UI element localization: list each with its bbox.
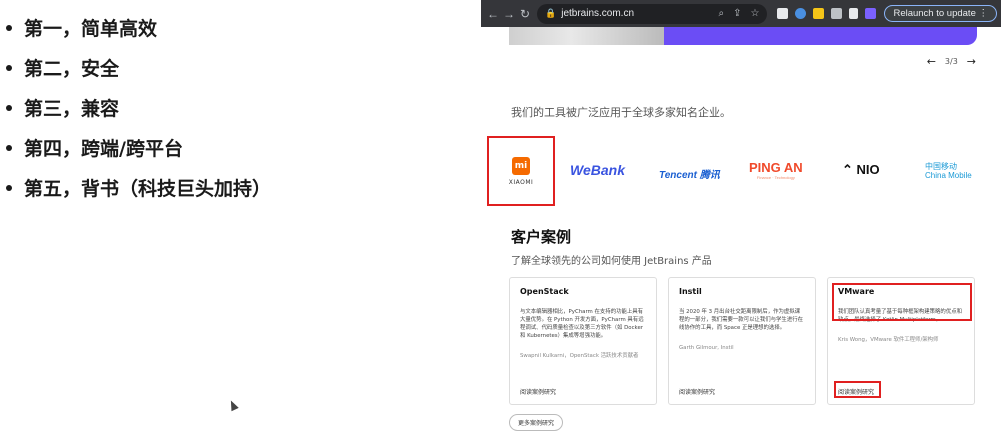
pingan-logo[interactable]: PING AN Finance · Technology bbox=[749, 160, 803, 180]
browser-toolbar: ← → ↻ 🔒 jetbrains.com.cn ⌕ ⇪ ☆ Relaunch … bbox=[481, 0, 1001, 27]
section-title: 客户案例 bbox=[511, 228, 572, 246]
china-mobile-en: China Mobile bbox=[925, 171, 972, 180]
bullet-text: 第二，安全 bbox=[24, 58, 120, 80]
card-body: 当 2020 年 3 月出台社交距离限制后，作为虚拟课程的一部分，我们需要一款可… bbox=[679, 309, 803, 331]
relaunch-button[interactable]: Relaunch to update ⋮ bbox=[884, 5, 997, 22]
forward-arrow-icon[interactable]: → bbox=[501, 7, 517, 21]
trust-statement: 我们的工具被广泛应用于全球多家知名企业。 bbox=[511, 106, 731, 119]
customer-logos: mi XIAOMI WeBank Tencent 腾讯 PING AN Fina… bbox=[487, 136, 987, 206]
carousel-pager: ← 3/3 → bbox=[927, 55, 976, 68]
bullet-item: 第四，跨端/跨平台 bbox=[6, 134, 271, 161]
pingan-tagline: Finance · Technology bbox=[756, 175, 795, 180]
hero-purple-panel bbox=[664, 27, 977, 45]
extension-purple-icon[interactable] bbox=[865, 8, 877, 19]
zoom-icon[interactable]: ⌕ bbox=[718, 8, 724, 19]
xiaomi-logo[interactable]: mi XIAOMI bbox=[487, 136, 555, 206]
read-case-study-link[interactable]: 阅读案例研究 bbox=[679, 387, 715, 396]
extension-blue-icon[interactable] bbox=[795, 8, 807, 19]
share-icon[interactable]: ⇪ bbox=[733, 8, 741, 19]
extension-yellow-icon[interactable] bbox=[813, 8, 825, 19]
china-mobile-logo[interactable]: 中国移动 China Mobile bbox=[925, 162, 972, 180]
sidebar-icon[interactable] bbox=[849, 8, 859, 19]
hero-banner bbox=[509, 27, 977, 45]
bookmark-star-icon[interactable]: ☆ bbox=[750, 8, 759, 19]
nio-label: NIO bbox=[856, 162, 880, 177]
hero-photo bbox=[509, 27, 664, 45]
more-case-studies-button[interactable]: 更多案例研究 bbox=[509, 414, 564, 431]
read-case-study-link[interactable]: 阅读案例研究 bbox=[520, 387, 556, 396]
pager-count: 3/3 bbox=[944, 57, 958, 66]
card-title: OpenStack bbox=[520, 287, 569, 296]
url-text[interactable]: jetbrains.com.cn bbox=[561, 8, 634, 19]
bullet-item: 第五，背书（科技巨头加持） bbox=[6, 174, 271, 201]
browser-window: ← → ↻ 🔒 jetbrains.com.cn ⌕ ⇪ ☆ Relaunch … bbox=[481, 0, 1001, 434]
bullet-text: 第四，跨端/跨平台 bbox=[24, 138, 183, 160]
read-case-study-link[interactable]: 阅读案例研究 bbox=[838, 387, 874, 396]
bullet-dot-icon bbox=[6, 104, 12, 111]
card-title: Instil bbox=[679, 287, 702, 296]
card-body: 与文本编辑器相比，PyCharm 在支持的功能上具有大量优势。在 Python … bbox=[520, 309, 644, 339]
nio-logo[interactable]: ⌃ NIO bbox=[842, 162, 880, 178]
bullet-dot-icon bbox=[6, 184, 12, 191]
xiaomi-mark-icon: mi bbox=[512, 156, 530, 175]
red-highlight-box bbox=[832, 283, 972, 321]
address-bar[interactable]: 🔒 jetbrains.com.cn ⌕ ⇪ ☆ bbox=[537, 3, 768, 24]
bullet-text: 第一，简单高效 bbox=[24, 18, 158, 40]
webank-logo[interactable]: WeBank bbox=[570, 162, 625, 178]
next-arrow-icon[interactable]: → bbox=[967, 55, 976, 68]
xiaomi-label: XIAOMI bbox=[508, 178, 534, 186]
bullet-item: 第三，兼容 bbox=[6, 94, 271, 121]
extension-s-icon[interactable] bbox=[777, 8, 789, 19]
card-author: Garth Gilmour, Instil bbox=[679, 345, 734, 351]
bullet-item: 第一，简单高效 bbox=[6, 14, 271, 41]
case-study-cards: OpenStack 与文本编辑器相比，PyCharm 在支持的功能上具有大量优势… bbox=[509, 277, 975, 405]
pingan-label: PING AN bbox=[749, 160, 803, 175]
extensions-puzzle-icon[interactable] bbox=[831, 8, 843, 19]
tencent-logo[interactable]: Tencent 腾讯 bbox=[659, 166, 720, 181]
lock-icon: 🔒 bbox=[545, 8, 557, 18]
case-card-instil[interactable]: Instil 当 2020 年 3 月出台社交距离限制后，作为虚拟课程的一部分，… bbox=[668, 277, 816, 405]
card-author: Kris Wong，VMware 软件工程师/架构师 bbox=[838, 337, 939, 343]
section-subtitle: 了解全球领先的公司如何使用 JetBrains 产品 bbox=[511, 256, 712, 267]
reload-icon[interactable]: ↻ bbox=[517, 7, 533, 21]
mouse-cursor-icon bbox=[227, 398, 239, 412]
bullet-text: 第五，背书（科技巨头加持） bbox=[24, 178, 272, 200]
china-mobile-cn: 中国移动 bbox=[925, 162, 957, 171]
bullet-item: 第二，安全 bbox=[6, 54, 271, 81]
case-card-vmware[interactable]: VMware 我们团队认真考量了基于每种框架构建策略的优点和缺点，最终选择了 K… bbox=[827, 277, 975, 405]
back-arrow-icon[interactable]: ← bbox=[485, 7, 501, 21]
prev-arrow-icon[interactable]: ← bbox=[927, 55, 936, 68]
bullet-dot-icon bbox=[6, 64, 12, 71]
bullet-text: 第三，兼容 bbox=[24, 98, 120, 120]
card-author: Swapnil Kulkarni，OpenStack 活跃技术贡献者 bbox=[520, 353, 639, 359]
bullet-dot-icon bbox=[6, 24, 12, 31]
slide-bullet-list: 第一，简单高效 第二，安全 第三，兼容 第四，跨端/跨平台 第五，背书（科技巨头… bbox=[6, 14, 271, 214]
bullet-dot-icon bbox=[6, 144, 12, 151]
extensions-area bbox=[777, 8, 877, 19]
case-card-openstack[interactable]: OpenStack 与文本编辑器相比，PyCharm 在支持的功能上具有大量优势… bbox=[509, 277, 657, 405]
